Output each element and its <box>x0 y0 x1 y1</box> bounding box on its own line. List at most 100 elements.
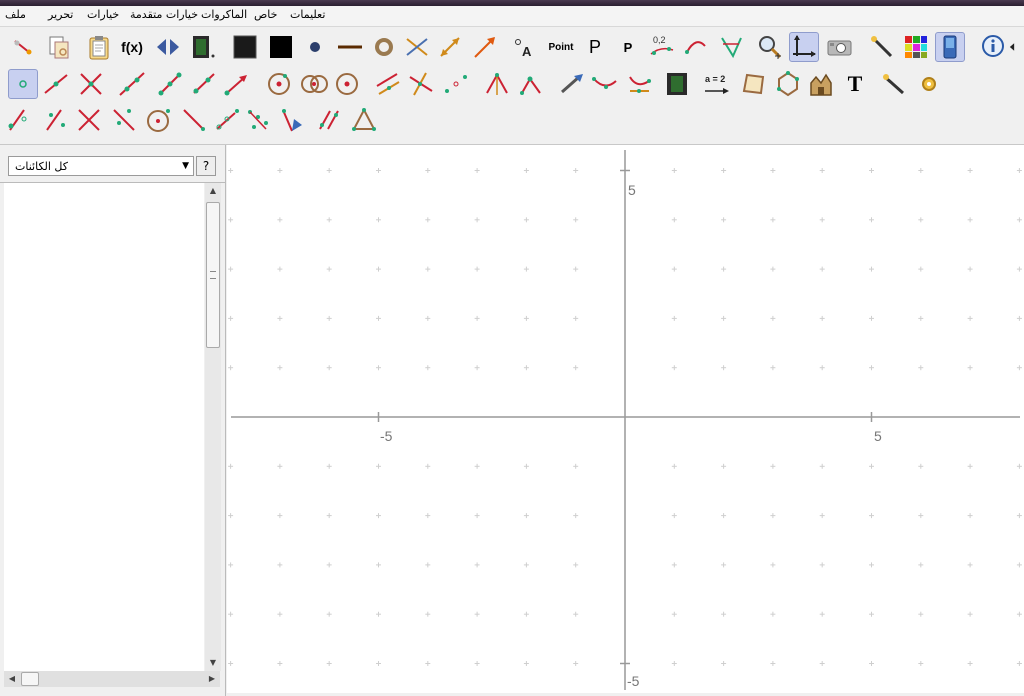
vector-tool-button[interactable] <box>221 69 251 99</box>
macro-tool-7-button[interactable] <box>213 105 243 135</box>
function-tool-button[interactable]: f(x) <box>117 32 147 62</box>
name-tool-small-button[interactable]: P <box>613 32 643 62</box>
bisector-icon <box>486 72 508 95</box>
circle-style-button[interactable] <box>369 32 399 62</box>
vector-style-button[interactable] <box>435 32 465 62</box>
paste-tool-button[interactable] <box>84 32 114 62</box>
macro-tool-2-button[interactable] <box>41 105 71 135</box>
color-tool-button[interactable] <box>266 32 296 62</box>
scroll-right-icon[interactable]: ▶ <box>204 671 220 687</box>
toolbar-scroll-left-button[interactable] <box>1008 32 1024 62</box>
midpoint-button[interactable] <box>441 69 471 99</box>
device-tool-button[interactable] <box>935 32 965 62</box>
angle-tool-button[interactable] <box>717 32 747 62</box>
curve-button[interactable] <box>590 69 620 99</box>
arrow-icon <box>474 37 495 58</box>
fill-tool-button[interactable] <box>230 32 260 62</box>
flip-arrows-icon <box>157 39 179 55</box>
point-label-button[interactable]: Point <box>544 32 578 62</box>
hide-object-button[interactable] <box>878 69 908 99</box>
point-on-line-button[interactable] <box>41 69 71 99</box>
arc-tool-button[interactable] <box>681 32 711 62</box>
object-filter-dropdown[interactable]: كل الكائنات ▼ <box>8 156 194 176</box>
scroll-up-icon[interactable]: ▲ <box>205 183 221 199</box>
circle-center-button[interactable] <box>264 69 294 99</box>
animation-button[interactable] <box>662 69 692 99</box>
line-style-button[interactable] <box>335 32 365 62</box>
settings-button[interactable] <box>914 69 944 99</box>
camera-tool-button[interactable] <box>824 32 854 62</box>
rotation-button[interactable] <box>557 69 587 99</box>
macro-tool-4-button[interactable] <box>109 105 139 135</box>
hide-tool-button[interactable] <box>866 32 896 62</box>
palette-tool-button[interactable] <box>901 32 931 62</box>
help-button[interactable]: ? <box>196 156 216 176</box>
intersection-style-button[interactable] <box>402 32 432 62</box>
animation-tool-button[interactable] <box>188 32 218 62</box>
macro-tool-8-button[interactable] <box>244 105 274 135</box>
reflection-button[interactable] <box>625 69 655 99</box>
zoom-tool-button[interactable] <box>755 32 785 62</box>
regular-polygon-button[interactable] <box>773 69 803 99</box>
macro-triangle-outline-icon <box>352 107 376 131</box>
menu-options[interactable]: خيارات <box>87 8 119 21</box>
equation-button[interactable]: a = 2 <box>701 69 731 99</box>
point-icon <box>19 80 27 88</box>
name-tool-button[interactable]: P <box>580 32 610 62</box>
curve-icon <box>592 77 617 89</box>
intersection-point-button[interactable] <box>76 69 106 99</box>
reflection-icon <box>629 76 651 93</box>
copy-tool-button[interactable] <box>44 32 74 62</box>
parallel-line-button[interactable] <box>373 69 403 99</box>
info-tool-button[interactable] <box>978 32 1008 62</box>
point-tool-button[interactable] <box>8 69 38 99</box>
perpendicular-line-button[interactable] <box>406 69 436 99</box>
macro-tool-5-button[interactable] <box>144 105 174 135</box>
locus-button[interactable] <box>516 69 546 99</box>
menu-help[interactable]: تعليمات <box>290 8 325 21</box>
coords-tool-button[interactable]: 0,2 <box>647 32 677 62</box>
angle-bisector-button[interactable] <box>482 69 512 99</box>
arrow-style-button[interactable] <box>470 32 500 62</box>
coords-curve-icon: 0,2 <box>650 35 674 55</box>
macro-tool-9-button[interactable] <box>278 105 308 135</box>
macro-tool-11-button[interactable] <box>349 105 379 135</box>
vertical-scrollbar[interactable]: ▲ ▼ <box>205 183 221 671</box>
polygon-icon <box>742 73 765 95</box>
macro-tool-6-button[interactable] <box>179 105 209 135</box>
ray-tool-button[interactable] <box>188 69 218 99</box>
grip-icon <box>210 271 216 279</box>
move-tool-button[interactable] <box>8 32 38 62</box>
menu-advanced-options[interactable]: خيارات متقدمة <box>130 8 198 21</box>
menu-special[interactable]: خاص <box>254 8 277 21</box>
circle-radius-button[interactable] <box>299 69 329 99</box>
macro-tool-3-button[interactable] <box>74 105 104 135</box>
point-name-button[interactable]: A <box>510 32 540 62</box>
object-list[interactable] <box>4 183 204 671</box>
circle-center-icon <box>268 73 290 95</box>
text-button[interactable]: T <box>840 69 870 99</box>
circle-three-points-button[interactable] <box>332 69 362 99</box>
macro-tool-10-button[interactable] <box>314 105 344 135</box>
horizontal-scrollbar[interactable]: ◀ ▶ <box>4 671 220 687</box>
house-button[interactable] <box>806 69 836 99</box>
macro-circle-icon <box>147 109 170 132</box>
point-style-button[interactable] <box>300 32 330 62</box>
scroll-down-icon[interactable]: ▼ <box>205 655 221 671</box>
intersection-icon <box>80 73 102 95</box>
scroll-left-icon[interactable]: ◀ <box>4 671 20 687</box>
polygon-button[interactable] <box>739 69 769 99</box>
menu-file[interactable]: ملف <box>5 8 26 21</box>
horizontal-scroll-thumb[interactable] <box>21 672 39 686</box>
macro-tool-1-button[interactable] <box>4 105 34 135</box>
menu-edit[interactable]: تحرير <box>48 8 73 21</box>
axes-tool-button[interactable] <box>789 32 819 62</box>
menu-macros[interactable]: الماكروات <box>201 8 247 21</box>
segment-tool-button[interactable] <box>155 69 185 99</box>
drawing-canvas[interactable]: -5 5 5 -5 <box>227 145 1024 693</box>
line-tool-button[interactable] <box>117 69 147 99</box>
vertical-scroll-thumb[interactable] <box>206 202 220 348</box>
flip-tool-button[interactable] <box>153 32 183 62</box>
vector-icon <box>224 75 247 96</box>
p-big-label: P <box>588 36 601 57</box>
